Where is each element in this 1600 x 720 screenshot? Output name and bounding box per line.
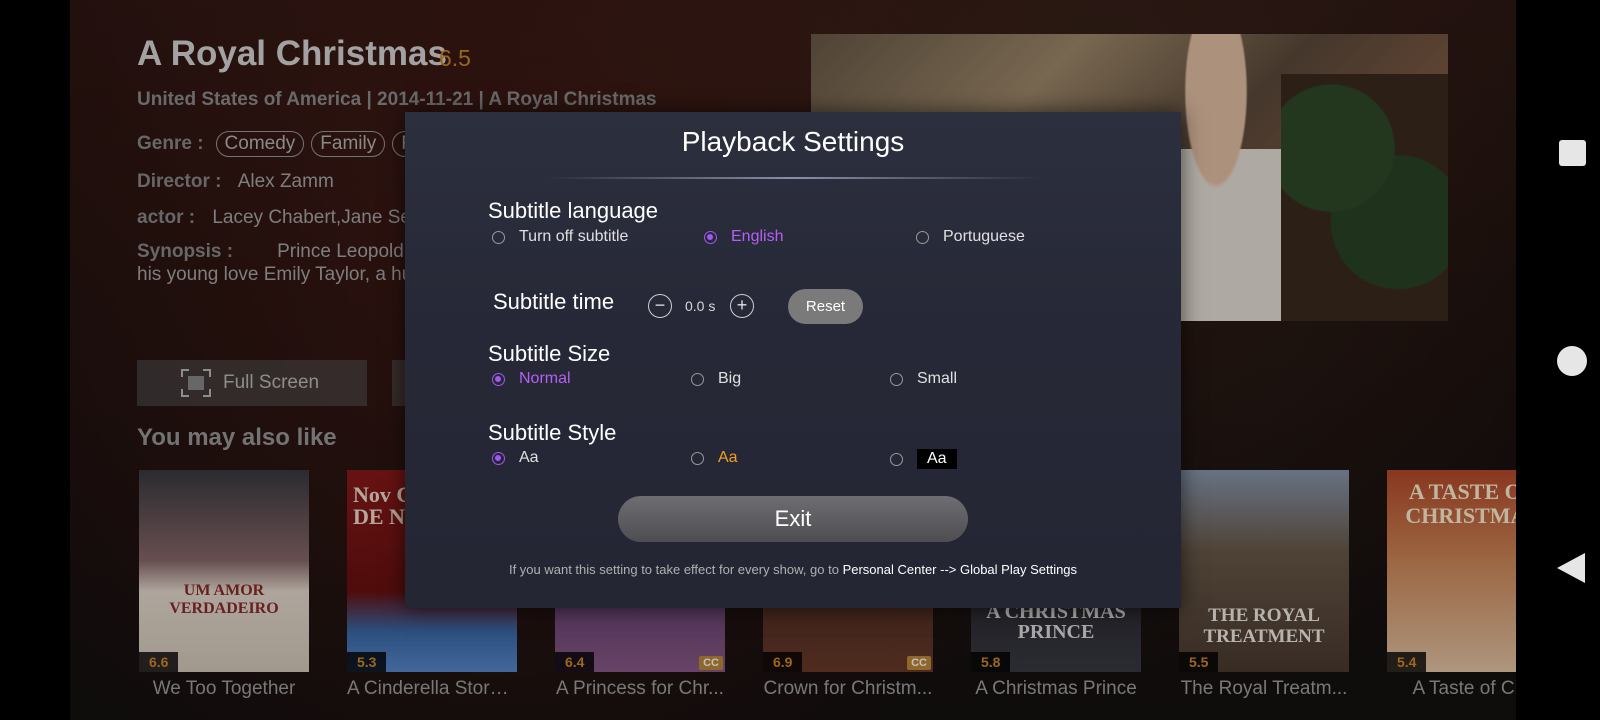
subtitle-time-value: 0.0 s <box>685 298 716 314</box>
global-settings-link[interactable]: Personal Center --> Global Play Settings <box>843 562 1077 577</box>
radio-turn-off-subtitle[interactable]: Turn off subtitle <box>492 228 628 246</box>
subtitle-style-label: Subtitle Style <box>488 420 617 445</box>
increase-time-button[interactable]: + <box>730 294 754 318</box>
dialog-title: Playback Settings <box>681 126 905 157</box>
radio-style-boxed[interactable]: Aa <box>890 449 957 469</box>
radio-circle <box>704 230 717 244</box>
subtitle-style-options: Aa Aa Aa <box>405 449 1181 471</box>
radio-circle <box>691 451 704 465</box>
radio-circle <box>890 372 903 386</box>
radio-size-small[interactable]: Small <box>890 370 957 388</box>
footer-text: If you want this setting to take effect … <box>508 562 843 577</box>
radio-size-big[interactable]: Big <box>691 370 741 388</box>
radio-style-orange[interactable]: Aa <box>691 449 738 467</box>
radio-portuguese[interactable]: Portuguese <box>916 228 1025 246</box>
radio-circle <box>691 372 704 386</box>
option-label: Turn off subtitle <box>519 228 629 245</box>
system-nav-bar <box>1516 0 1600 720</box>
subtitle-language-options: Turn off subtitle English Portuguese <box>405 228 1181 250</box>
subtitle-language-label: Subtitle language <box>488 198 659 223</box>
decrease-time-button[interactable]: − <box>648 294 672 318</box>
radio-circle <box>492 451 505 465</box>
radio-circle <box>492 372 505 386</box>
recents-icon[interactable] <box>1559 140 1586 166</box>
radio-style-white[interactable]: Aa <box>492 449 539 467</box>
radio-circle <box>492 230 505 244</box>
style-sample-white: Aa <box>519 449 539 466</box>
subtitle-time-label: Subtitle time <box>493 289 615 314</box>
title-divider <box>545 177 1041 179</box>
radio-circle <box>916 230 929 244</box>
radio-size-normal[interactable]: Normal <box>492 370 571 388</box>
option-label: Portuguese <box>943 228 1025 245</box>
home-icon[interactable] <box>1557 346 1587 376</box>
style-sample-orange: Aa <box>718 449 738 466</box>
exit-button[interactable]: Exit <box>618 496 968 542</box>
option-label: Small <box>917 370 958 387</box>
radio-circle <box>890 452 903 466</box>
reset-button[interactable]: Reset <box>788 289 863 324</box>
back-icon[interactable] <box>1557 553 1585 583</box>
style-sample-boxed: Aa <box>917 449 957 469</box>
footer-note: If you want this setting to take effect … <box>405 562 1181 577</box>
playback-settings-dialog: Playback Settings Subtitle language Turn… <box>405 112 1181 608</box>
option-label: Big <box>718 370 742 387</box>
subtitle-size-options: Normal Big Small <box>405 370 1181 392</box>
subtitle-size-label: Subtitle Size <box>488 341 611 366</box>
radio-english[interactable]: English <box>704 228 783 246</box>
option-label: Normal <box>519 370 571 387</box>
option-label: English <box>731 228 784 245</box>
